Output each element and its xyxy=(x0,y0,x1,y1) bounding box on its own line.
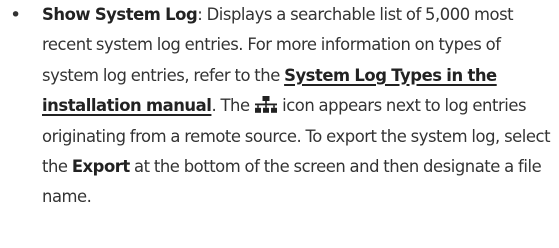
show-system-log-paragraph: Show System Log: Displays a searchable l… xyxy=(42,0,554,213)
network-topology-icon xyxy=(254,93,277,114)
export-label: Export xyxy=(71,157,130,177)
list-bullet: • xyxy=(10,4,22,26)
description-text-2: . The xyxy=(211,96,254,116)
term-show-system-log: Show System Log xyxy=(42,5,198,24)
document-page: • Show System Log: Displays a searchable… xyxy=(0,0,559,248)
